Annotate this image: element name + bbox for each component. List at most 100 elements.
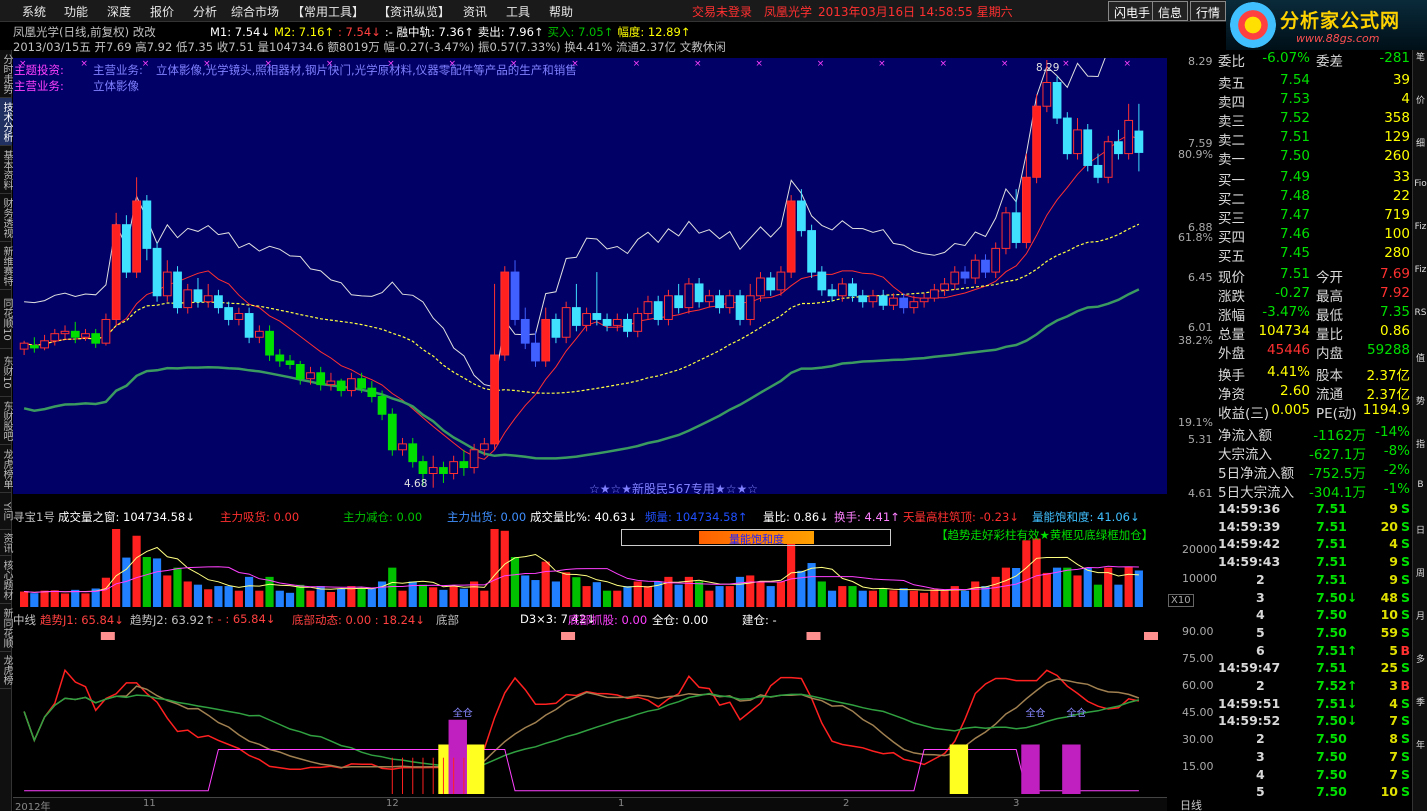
- quote-value: 7.52: [1279, 110, 1310, 126]
- candle-body: [766, 277, 776, 291]
- quote-value: 7.50: [1279, 148, 1310, 164]
- candle-body: [203, 295, 213, 303]
- period-label[interactable]: 日线: [1180, 797, 1202, 811]
- candle-body: [316, 372, 326, 386]
- left-tab[interactable]: 新同花顺: [0, 604, 12, 652]
- flow-value: -752.5万: [1308, 466, 1366, 482]
- right-tab[interactable]: 细: [1413, 136, 1427, 149]
- right-tab[interactable]: 值: [1413, 351, 1427, 364]
- volume-bar: [388, 567, 397, 607]
- flow-value: -1162万: [1313, 428, 1366, 444]
- left-tab[interactable]: 龙虎榜单: [0, 445, 12, 493]
- right-tab[interactable]: RS: [1413, 308, 1427, 318]
- candle-body: [919, 297, 929, 303]
- volume-bar: [1063, 567, 1072, 607]
- left-tab[interactable]: 财务透视: [0, 194, 12, 242]
- right-tab[interactable]: Fiz: [1413, 222, 1427, 232]
- right-tab[interactable]: 笔: [1413, 50, 1427, 63]
- menu-item[interactable]: 综合市场: [231, 3, 279, 20]
- candle-body: [786, 200, 796, 273]
- candle: [152, 242, 162, 302]
- menu-item[interactable]: 功能: [64, 3, 88, 20]
- oscillator-chart[interactable]: 全仓 全仓 全仓: [13, 627, 1167, 797]
- tick-time: 14:59:47: [1218, 660, 1281, 676]
- volume-bar: [909, 590, 918, 607]
- left-tab[interactable]: 东财10: [0, 349, 12, 397]
- left-tab[interactable]: 分时走势: [0, 50, 12, 98]
- right-tab[interactable]: 势: [1413, 394, 1427, 407]
- candle-body: [1011, 212, 1021, 243]
- menu-item[interactable]: 系统: [22, 3, 46, 20]
- left-tab[interactable]: 东财股吧: [0, 397, 12, 445]
- left-tab[interactable]: 技术分析: [0, 98, 12, 146]
- tick-time: 14:59:42: [1218, 536, 1281, 552]
- right-tab[interactable]: 年: [1413, 738, 1427, 751]
- right-tab[interactable]: Fiz: [1413, 265, 1427, 275]
- candle-body: [735, 295, 745, 320]
- left-tab[interactable]: Yi问: [0, 493, 12, 530]
- right-tab[interactable]: 价: [1413, 93, 1427, 106]
- top-marker: ×: [1001, 59, 1009, 69]
- quote-label2: 流通: [1316, 387, 1343, 403]
- quote-button[interactable]: 行情: [1190, 1, 1227, 21]
- tick-time: 6: [1256, 642, 1265, 658]
- tick-row: 14:59:39 7.51 20 S: [1216, 519, 1412, 537]
- tick-time: 2: [1256, 571, 1265, 587]
- menu-item[interactable]: 工具: [506, 3, 530, 20]
- candle-body: [469, 449, 479, 469]
- info-button[interactable]: 信息: [1152, 1, 1189, 21]
- tick-price: 7.50: [1316, 766, 1347, 782]
- volume-bar: [224, 586, 233, 607]
- quote-value2: 719: [1384, 207, 1410, 223]
- main-price-chart[interactable]: × × × × × × × × × × × × × × × × × × ×: [13, 58, 1167, 498]
- price-axis-label: 5.31: [1188, 433, 1213, 446]
- right-tab[interactable]: 日: [1413, 523, 1427, 536]
- left-tab[interactable]: 龙虎榜: [0, 652, 12, 689]
- right-tab[interactable]: 周: [1413, 566, 1427, 579]
- tick-volume: 10: [1380, 607, 1398, 623]
- tick-side: S: [1400, 536, 1410, 552]
- flash-trade-button[interactable]: 闪电手: [1108, 1, 1157, 21]
- right-tab[interactable]: 指: [1413, 437, 1427, 450]
- left-tab[interactable]: 新维赛特: [0, 242, 12, 290]
- left-tab[interactable]: 基本资料: [0, 146, 12, 194]
- quote-value2: 59288: [1367, 342, 1410, 358]
- menu-item[interactable]: 分析: [193, 3, 217, 20]
- quote-value: -0.27: [1275, 285, 1310, 301]
- menu-item[interactable]: 【常用工具】: [292, 3, 364, 20]
- right-tab[interactable]: 月: [1413, 609, 1427, 622]
- quote-label: 现价: [1218, 270, 1245, 286]
- quote-row: 买四 7.46 100: [1216, 226, 1412, 246]
- quote-label: 买二: [1218, 192, 1245, 208]
- top-marker: ×: [80, 59, 88, 69]
- right-tab[interactable]: Fio: [1413, 179, 1427, 189]
- menu-item[interactable]: 报价: [150, 3, 174, 20]
- tick-row: 6 7.51↑ 5 B: [1216, 643, 1412, 661]
- quote-label2: PE(动): [1316, 406, 1357, 422]
- quote-value: -3.47%: [1262, 304, 1310, 320]
- left-tab[interactable]: 同花顺10: [0, 290, 12, 349]
- business-text: 立体影像: [93, 79, 139, 93]
- tick-price: 7.51: [1316, 571, 1347, 587]
- menu-item[interactable]: 帮助: [549, 3, 573, 20]
- volume-bar: [991, 576, 1000, 607]
- menu-item[interactable]: 资讯: [463, 3, 487, 20]
- left-tab[interactable]: 核心题材: [0, 556, 12, 604]
- candle-body: [745, 295, 755, 320]
- right-tab[interactable]: 季: [1413, 695, 1427, 708]
- menu-item[interactable]: 【资讯纵览】: [378, 3, 450, 20]
- osc-indicator: 建仓: -: [742, 613, 777, 627]
- osc-axis-label: 45.00: [1182, 706, 1214, 719]
- candle-body: [623, 318, 632, 332]
- indicator-value: 幅度: 12.89↑: [617, 25, 691, 39]
- candle-body: [214, 295, 223, 309]
- volume-bar: [480, 590, 489, 607]
- menu-item[interactable]: 深度: [107, 3, 131, 20]
- quote-label: 委比: [1218, 54, 1245, 70]
- quote-value2: 39: [1392, 72, 1410, 88]
- right-tab[interactable]: B: [1413, 480, 1427, 490]
- volume-bar: [1001, 567, 1010, 607]
- right-tab[interactable]: 多: [1413, 652, 1427, 665]
- volume-bar: [500, 530, 509, 607]
- left-tab[interactable]: 资讯: [0, 530, 12, 556]
